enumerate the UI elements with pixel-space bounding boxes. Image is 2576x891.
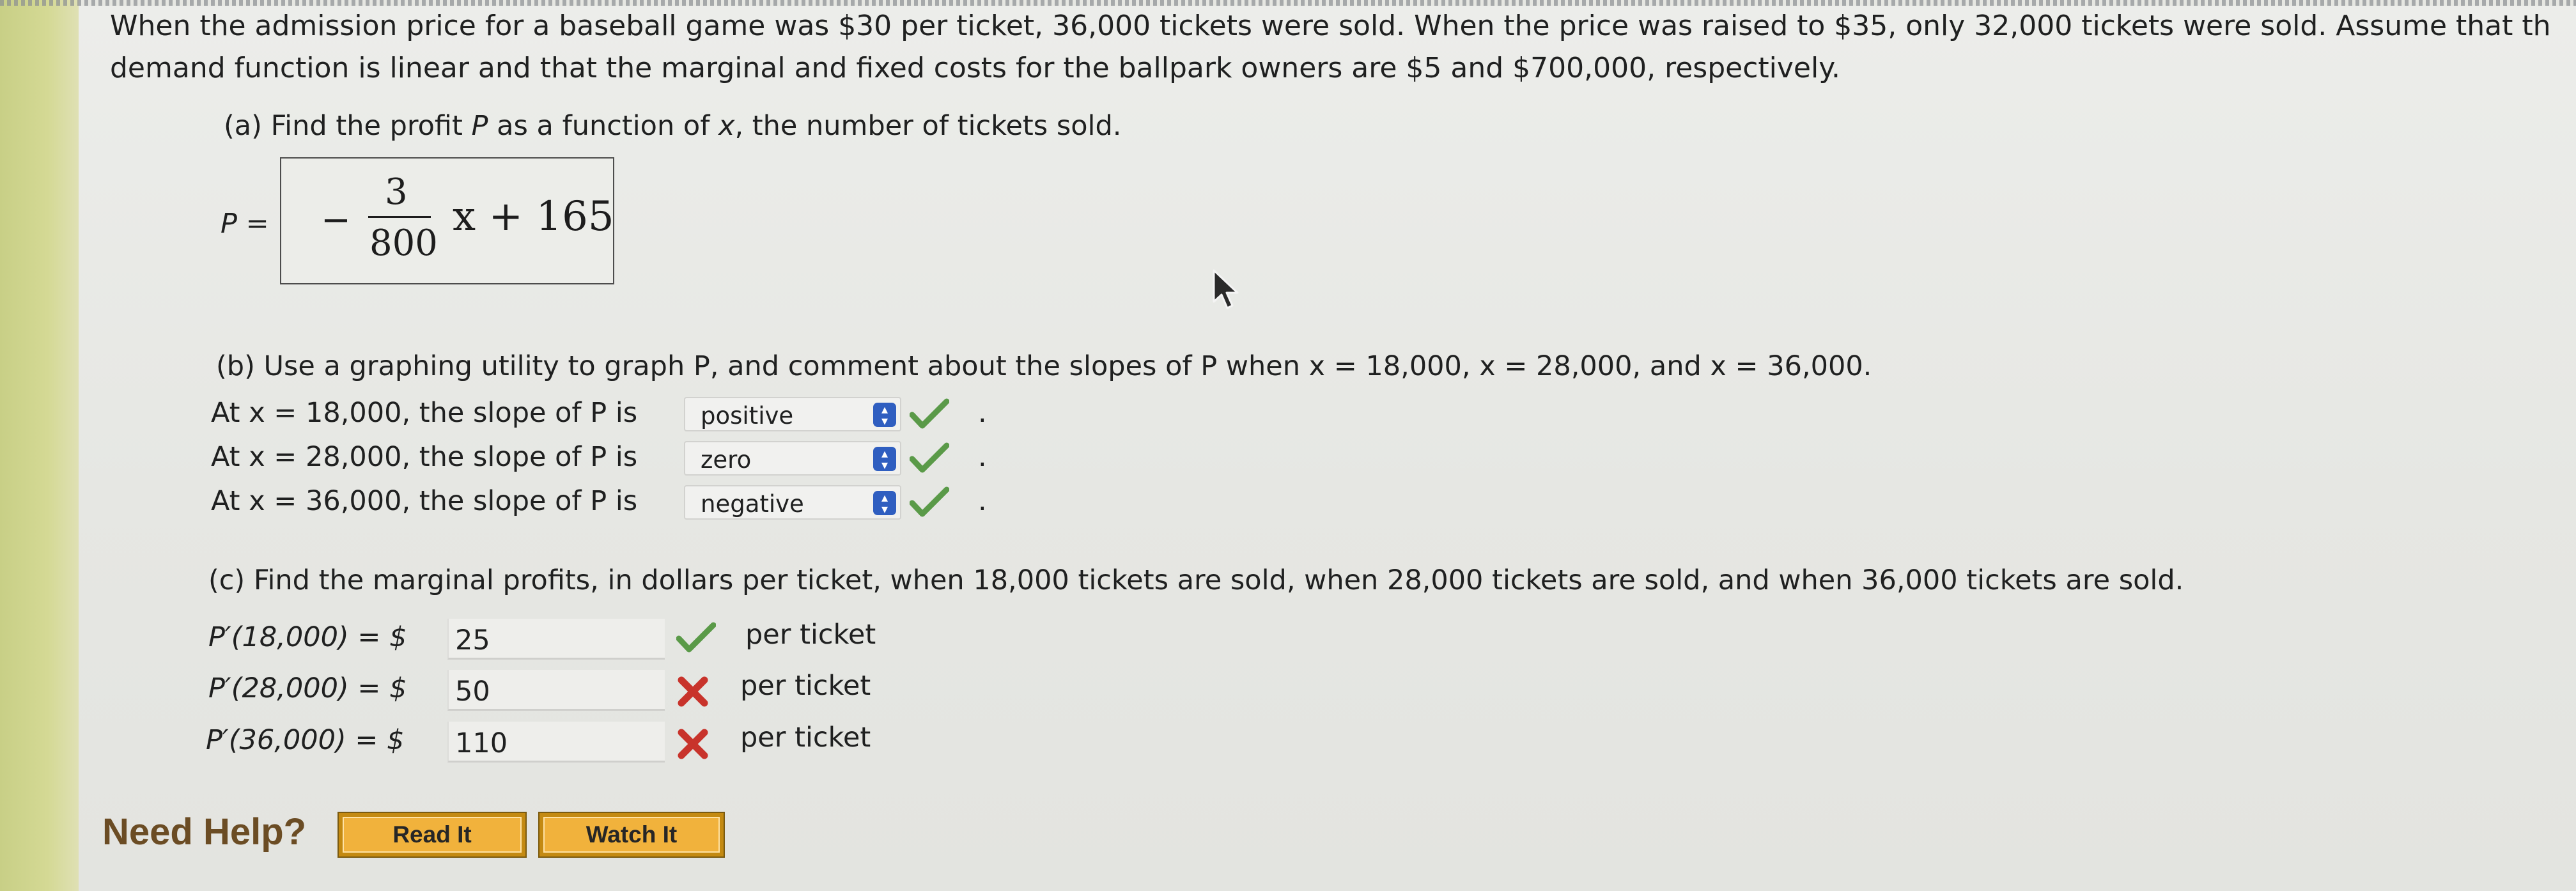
top-dotted-border [0,0,2576,6]
part-a-prompt-text: as a function of [488,110,719,142]
dropdown-selected-value: positive [701,402,794,430]
slope-dropdown-28000[interactable]: zero ▴ ▾ [684,441,901,476]
need-help-title: Need Help? [102,811,307,853]
part-b-prompt: (b) Use a graphing utility to graph P, a… [216,350,1872,382]
period: . [978,397,987,429]
up-down-arrows-icon: ▴ ▾ [873,491,896,515]
input-value: 25 [455,624,490,656]
unit-label: per ticket [745,619,876,651]
part-a-prompt-text: , the number of tickets sold. [734,110,1122,142]
slope-dropdown-18000[interactable]: positive ▴ ▾ [684,397,901,431]
part-a-prompt-var: P [471,110,488,142]
up-down-arrows-icon: ▴ ▾ [873,403,896,427]
marginal-profit-label-36000: P′(36,000) = $ [206,724,405,756]
part-a-answer-box[interactable]: − 3 800 x + 165 [280,157,614,284]
fraction-bar [368,216,431,218]
mouse-pointer-icon [1213,269,1239,309]
read-it-button[interactable]: Read It [338,812,527,858]
watch-it-button[interactable]: Watch It [538,812,725,858]
x-mark-icon [678,676,708,707]
check-icon [910,486,949,517]
marginal-profit-input-18000[interactable]: 25 [447,619,665,660]
marginal-profit-label-28000: P′(28,000) = $ [208,672,407,704]
up-down-arrows-icon: ▴ ▾ [873,447,896,471]
x-mark-icon [678,729,708,759]
read-it-label: Read It [343,817,522,853]
part-b-row-2-text: At x = 28,000, the slope of P is [211,441,638,473]
check-icon [910,442,949,473]
answer-label-var: P [221,208,237,240]
slope-dropdown-36000[interactable]: negative ▴ ▾ [684,485,901,520]
marginal-profit-input-36000[interactable]: 110 [447,722,665,763]
check-icon [676,622,716,653]
part-c-prompt: (c) Find the marginal profits, in dollar… [208,564,2184,596]
problem-line-2: demand function is linear and that the m… [110,52,1840,84]
dropdown-selected-value: zero [701,446,752,474]
part-a-prompt: (a) Find the profit P as a function of x… [224,110,1121,142]
marginal-profit-label-18000: P′(18,000) = $ [208,621,407,653]
part-a-prompt-x: x [718,110,735,142]
problem-line-1: When the admission price for a baseball … [110,10,2551,42]
part-b-row-3-text: At x = 36,000, the slope of P is [211,485,638,517]
expression-rest: x + 165 [453,193,614,240]
unit-label: per ticket [740,722,871,754]
part-b-row-1-text: At x = 18,000, the slope of P is [211,397,638,429]
left-accent-band [0,0,79,891]
part-a-answer-label: P = [221,208,269,240]
check-icon [910,398,949,429]
math-minus-sign: − [321,199,351,241]
part-a-prompt-text: (a) Find the profit [224,110,472,142]
unit-label: per ticket [740,670,871,702]
marginal-profit-input-28000[interactable]: 50 [447,670,665,711]
watch-it-label: Watch It [543,817,720,853]
dropdown-selected-value: negative [701,490,804,518]
fraction-denominator: 800 [369,222,438,264]
answer-label-eq: = [237,208,269,240]
input-value: 50 [455,676,490,708]
input-value: 110 [455,727,508,759]
period: . [978,441,987,473]
period: . [978,485,987,517]
fraction-numerator: 3 [385,171,408,213]
